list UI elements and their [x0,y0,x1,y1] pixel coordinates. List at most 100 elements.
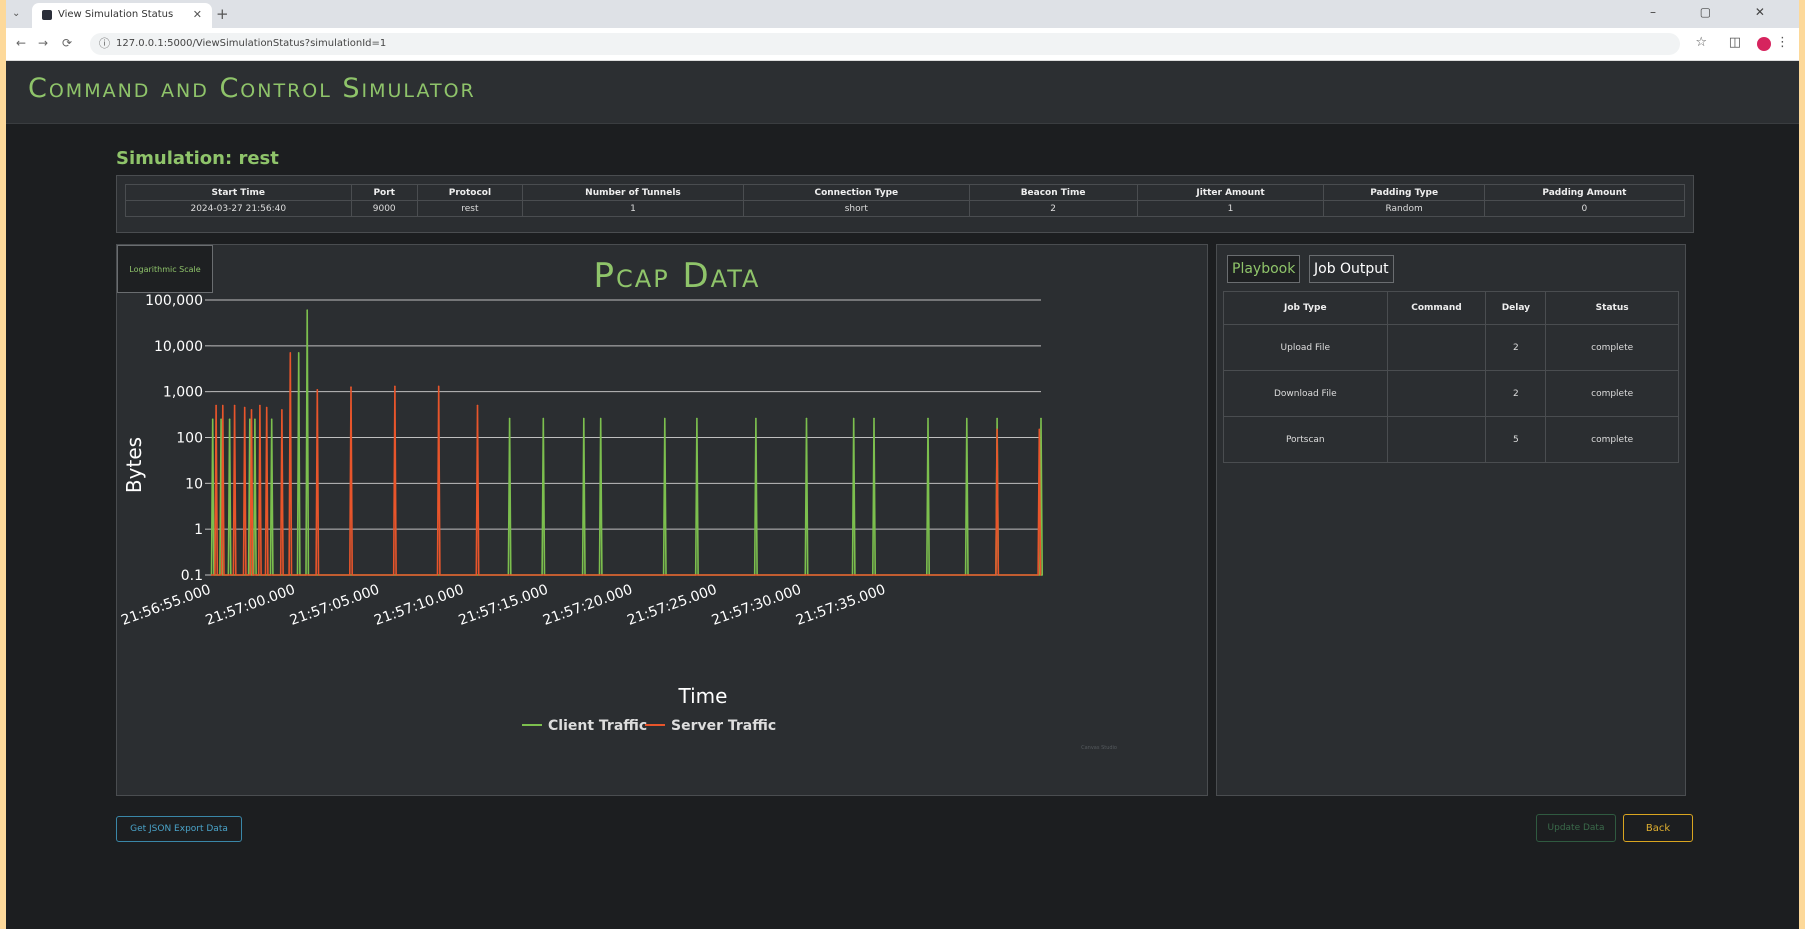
cell-command [1386,324,1487,371]
browser-tab[interactable]: View Simulation Status ✕ [32,3,212,28]
client-traffic-line [210,309,1043,576]
client-traffic-point [228,418,231,421]
cell-delay: 2 [1485,324,1547,371]
y-tick-label: 0.1 [181,568,203,584]
header-connection-type: Connection Type [743,184,970,201]
client-traffic-point [306,309,308,311]
profile-avatar[interactable] [1757,37,1771,51]
cell-protocol: rest [416,200,523,217]
window-controls[interactable]: – ▢ ✕ [1650,5,1785,19]
tab-close-icon[interactable]: ✕ [193,8,202,21]
server-traffic-point [316,389,319,391]
y-tick-labels: 100,000 10,000 1,000 100 10 1 0.1 [145,293,203,584]
client-traffic-point [805,417,808,420]
favicon-icon [42,10,52,20]
playbook-table: Job Type Command Delay Status Upload Fil… [1223,291,1679,463]
browser-window: ⌄ View Simulation Status ✕ + – ▢ ✕ ← → ⟳… [6,0,1799,929]
client-traffic-point [852,417,855,420]
side-panel-icon[interactable]: ◫ [1729,35,1741,50]
address-bar: ← → ⟳ ⓘ 127.0.0.1:5000/ViewSimulationSta… [6,28,1799,61]
header-padding-type: Padding Type [1323,184,1485,201]
header-number-of-tunnels: Number of Tunnels [521,184,745,201]
header-protocol: Protocol [416,184,523,201]
server-traffic-point [281,409,283,411]
chart-series [210,309,1043,576]
header-port: Port [350,184,418,201]
cell-job-type: Upload File [1223,324,1388,371]
header-beacon-time: Beacon Time [968,184,1138,201]
header-delay: Delay [1485,291,1547,325]
y-tick-label: 10 [185,476,203,492]
cell-number-of-tunnels: 1 [521,200,745,217]
cell-status: complete [1545,324,1679,371]
simulation-table-panel: Start Time Port Protocol Number of Tunne… [116,175,1694,233]
server-traffic-point [233,404,236,407]
server-traffic-point [243,406,246,409]
cell-job-type: Download File [1223,370,1388,417]
x-tick-label: 21:57:35.000 [794,582,888,629]
tab-search-icon[interactable]: ⌄ [12,8,20,19]
back-icon[interactable]: ← [16,36,26,50]
new-tab-button[interactable]: + [216,5,229,23]
y-tick-label: 100 [176,431,203,447]
bookmark-star-icon[interactable]: ☆ [1695,35,1707,50]
x-tick-label: 21:56:55.000 [119,582,213,629]
server-traffic-point [265,406,268,409]
url-text: 127.0.0.1:5000/ViewSimulationStatus?simu… [116,38,387,49]
server-traffic-point [394,385,396,388]
tab-strip: ⌄ View Simulation Status ✕ + – ▢ ✕ [6,0,1799,28]
x-tick-label: 21:57:25.000 [625,582,719,629]
header-start-time: Start Time [125,184,352,201]
cell-command [1386,370,1487,417]
browser-menu-icon[interactable]: ⋮ [1776,35,1789,50]
client-traffic-point [599,417,602,420]
x-tick-label: 21:57:05.000 [288,582,382,629]
reload-icon[interactable]: ⟳ [62,36,72,50]
server-traffic-point [250,409,253,411]
server-traffic-point [259,404,261,407]
site-info-icon[interactable]: ⓘ [99,33,110,55]
legend-client-label[interactable]: Client Traffic [548,718,647,734]
client-traffic-point [542,417,545,420]
cell-beacon-time: 2 [968,200,1138,217]
client-traffic-point [220,418,222,421]
server-traffic-point [222,404,224,407]
cell-delay: 2 [1485,370,1547,417]
simulation-title: Simulation: rest [116,148,279,169]
tab-playbook[interactable]: Playbook [1227,255,1301,283]
server-traffic-point [215,404,217,407]
simulation-table: Start Time Port Protocol Number of Tunne… [125,184,1686,217]
chart-legend[interactable]: Client Traffic Server Traffic [522,718,776,734]
server-traffic-point [476,404,479,407]
legend-server-label[interactable]: Server Traffic [671,718,776,734]
client-traffic-point [249,418,251,421]
y-tick-label: 100,000 [145,293,203,309]
client-traffic-point [927,417,929,420]
update-data-button[interactable]: Update Data [1536,814,1616,842]
forward-icon[interactable]: → [38,36,48,50]
cell-port: 9000 [350,200,418,217]
header-command: Command [1386,291,1487,325]
cell-job-type: Portscan [1223,416,1388,463]
server-traffic-point [289,352,292,354]
table-row: Portscan 5 complete [1223,416,1679,463]
client-traffic-point [583,417,585,420]
cell-padding-amount: 0 [1483,200,1686,217]
json-export-button[interactable]: Get JSON Export Data [116,816,242,842]
url-field[interactable]: ⓘ 127.0.0.1:5000/ViewSimulationStatus?si… [90,33,1680,55]
back-button[interactable]: Back [1623,814,1693,842]
client-traffic-point [297,352,300,354]
tab-job-output[interactable]: Job Output [1309,255,1394,283]
cell-status: complete [1545,416,1679,463]
client-traffic-point [254,418,256,421]
server-traffic-point [996,428,998,431]
client-traffic-point [508,417,511,420]
y-axis-label: Bytes [122,437,146,493]
x-axis-label: Time [678,684,728,708]
app-title: Command and Control Simulator [28,73,476,104]
x-tick-label: 21:57:20.000 [541,582,635,629]
server-traffic-point [350,386,352,388]
server-traffic-point [1038,428,1041,431]
x-tick-label: 21:57:30.000 [710,582,804,629]
client-traffic-point [664,417,666,420]
